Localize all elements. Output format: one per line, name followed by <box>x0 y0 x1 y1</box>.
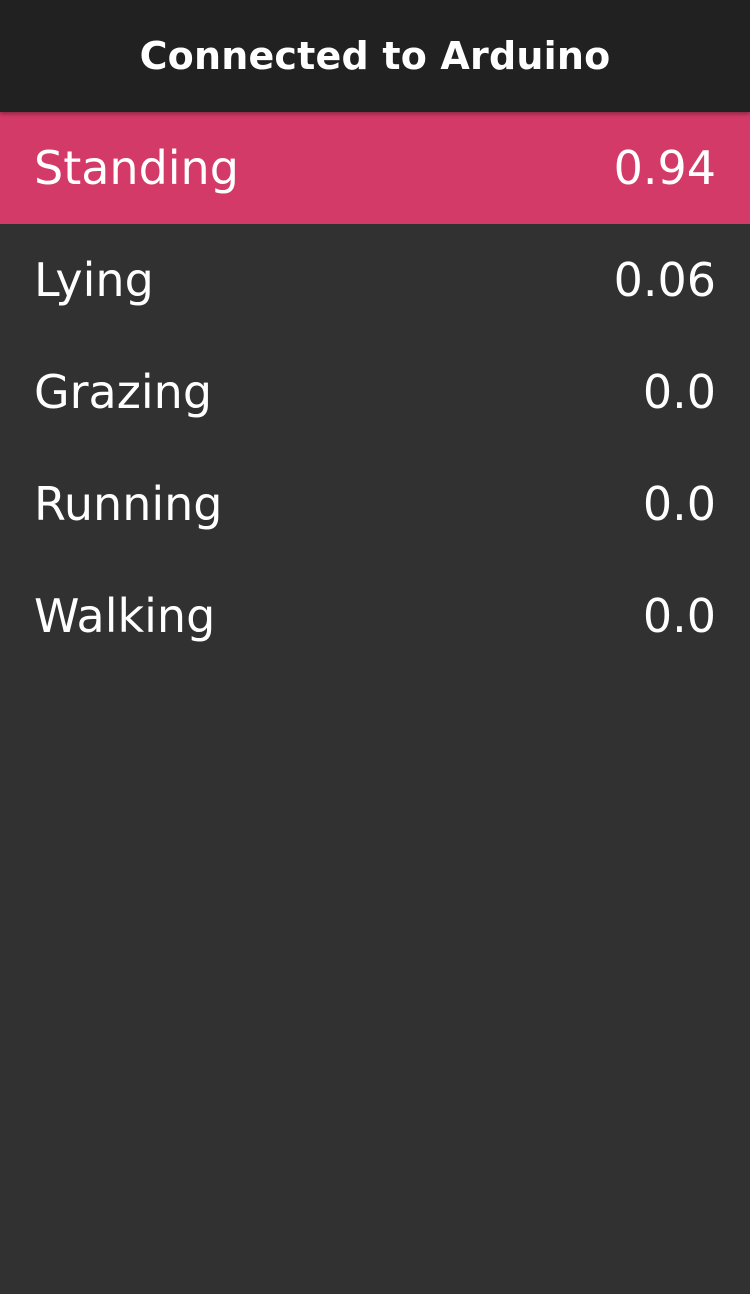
activity-label: Lying <box>34 253 154 307</box>
activity-label: Walking <box>34 589 216 643</box>
activity-probability: 0.94 <box>613 141 716 195</box>
activity-label: Standing <box>34 141 239 195</box>
activity-row-running[interactable]: Running 0.0 <box>0 448 750 560</box>
app-screen: Connected to Arduino Standing 0.94 Lying… <box>0 0 750 1294</box>
activity-row-grazing[interactable]: Grazing 0.0 <box>0 336 750 448</box>
activity-probability: 0.0 <box>642 589 716 643</box>
header-bar: Connected to Arduino <box>0 0 750 112</box>
activity-probability: 0.0 <box>642 365 716 419</box>
activity-row-standing[interactable]: Standing 0.94 <box>0 112 750 224</box>
activity-label: Running <box>34 477 223 531</box>
activity-list: Standing 0.94 Lying 0.06 Grazing 0.0 Run… <box>0 112 750 672</box>
activity-probability: 0.0 <box>642 477 716 531</box>
activity-probability: 0.06 <box>613 253 716 307</box>
activity-row-walking[interactable]: Walking 0.0 <box>0 560 750 672</box>
activity-row-lying[interactable]: Lying 0.06 <box>0 224 750 336</box>
connection-status-title: Connected to Arduino <box>139 34 611 78</box>
activity-label: Grazing <box>34 365 213 419</box>
